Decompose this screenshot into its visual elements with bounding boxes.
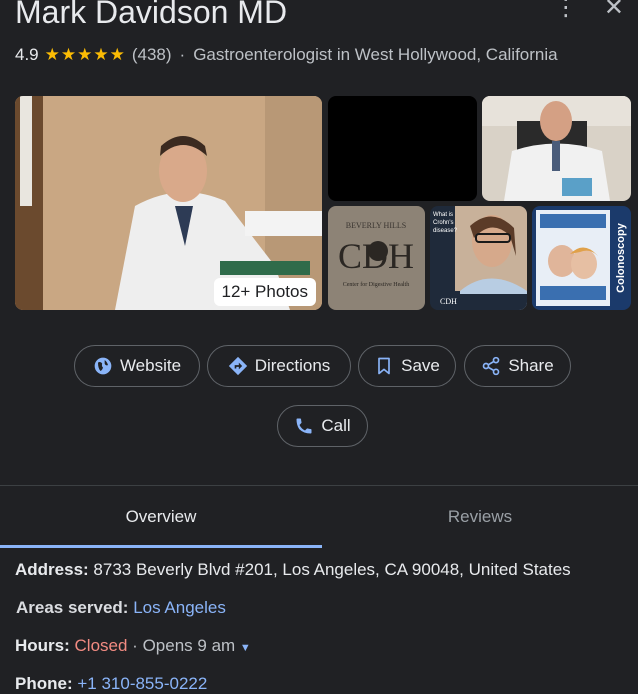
hours-label: Hours: [15,636,70,655]
svg-text:Crohn's: Crohn's [433,220,454,226]
save-label: Save [401,356,440,375]
share-icon [482,356,500,376]
video-thumbnail[interactable] [328,96,477,201]
business-category: Gastroenterologist in West Hollywood, Ca… [193,45,558,64]
website-button[interactable]: Website [74,345,200,387]
crohns-flyer-photo[interactable]: What is Crohn's disease? CDH [430,206,527,310]
svg-text:CDH: CDH [440,297,457,306]
tab-reviews[interactable]: Reviews [322,486,638,548]
review-count[interactable]: (438) [132,45,172,65]
close-icon[interactable]: ✕ [604,0,624,20]
svg-text:disease?: disease? [433,228,458,234]
main-photo[interactable]: 12+ Photos [15,96,322,310]
svg-text:BEVERLY HILLS: BEVERLY HILLS [346,221,406,230]
hours-next-open: Opens 9 am [142,636,236,655]
phone-row: Phone: +1 310-855-0222 [15,674,207,694]
address-row: Address: 8733 Beverly Blvd #201, Los Ang… [15,560,571,580]
active-tab-indicator [0,545,322,548]
share-label: Share [508,356,554,375]
directions-button[interactable]: Directions [207,345,351,387]
tab-reviews-label: Reviews [447,507,513,526]
save-button[interactable]: Save [358,345,456,387]
directions-label: Directions [254,356,331,375]
tab-bar: Overview Reviews [0,485,638,548]
areas-served-label: Areas served: [16,598,129,617]
rating-score: 4.9 [15,45,39,64]
bookmark-icon [378,357,390,375]
dropdown-arrow-icon[interactable]: ▼ [240,642,251,654]
top-actions: ⋮ ✕ [554,0,624,20]
share-button[interactable]: Share [464,345,571,387]
separator: · [179,45,186,64]
address-label: Address: [15,560,89,579]
svg-text:What is: What is [433,212,453,218]
directions-icon [228,356,247,376]
rating-row: 4.9 ★★★★★ (438) · Gastroenterologist in … [15,45,558,65]
areas-served-link[interactable]: Los Angeles [133,598,226,617]
phone-icon [296,418,312,434]
address-value: 8733 Beverly Blvd #201, Los Angeles, CA … [93,560,571,579]
globe-icon [94,357,112,375]
svg-text:Center for Digestive Health: Center for Digestive Health [343,281,409,288]
hours-status: Closed [74,636,128,655]
svg-text:Colonoscopy: Colonoscopy [615,222,627,293]
hours-row[interactable]: Hours: Closed · Opens 9 am ▼ [15,636,251,656]
business-title: Mark Davidson MD [15,0,288,30]
phone-label: Phone: [15,674,73,693]
star-rating-icon: ★★★★★ [44,45,126,64]
website-label: Website [119,356,182,375]
tab-overview[interactable]: Overview [0,486,322,548]
photos-count-badge[interactable]: 12+ Photos [213,278,316,306]
colonoscopy-flyer-photo[interactable]: Colonoscopy [532,206,631,310]
phone-link[interactable]: +1 310-855-0222 [77,674,207,693]
tab-overview-label: Overview [125,507,197,526]
clinic-logo-photo[interactable]: BEVERLY HILLS CDH Center for Digestive H… [328,206,425,310]
areas-served-row: Areas served: Los Angeles [16,598,226,618]
doctor-photo[interactable] [482,96,631,201]
call-label: Call [321,416,351,435]
more-vert-icon[interactable]: ⋮ [554,0,578,20]
hours-separator: · [132,636,138,655]
call-button[interactable]: Call [277,405,368,447]
